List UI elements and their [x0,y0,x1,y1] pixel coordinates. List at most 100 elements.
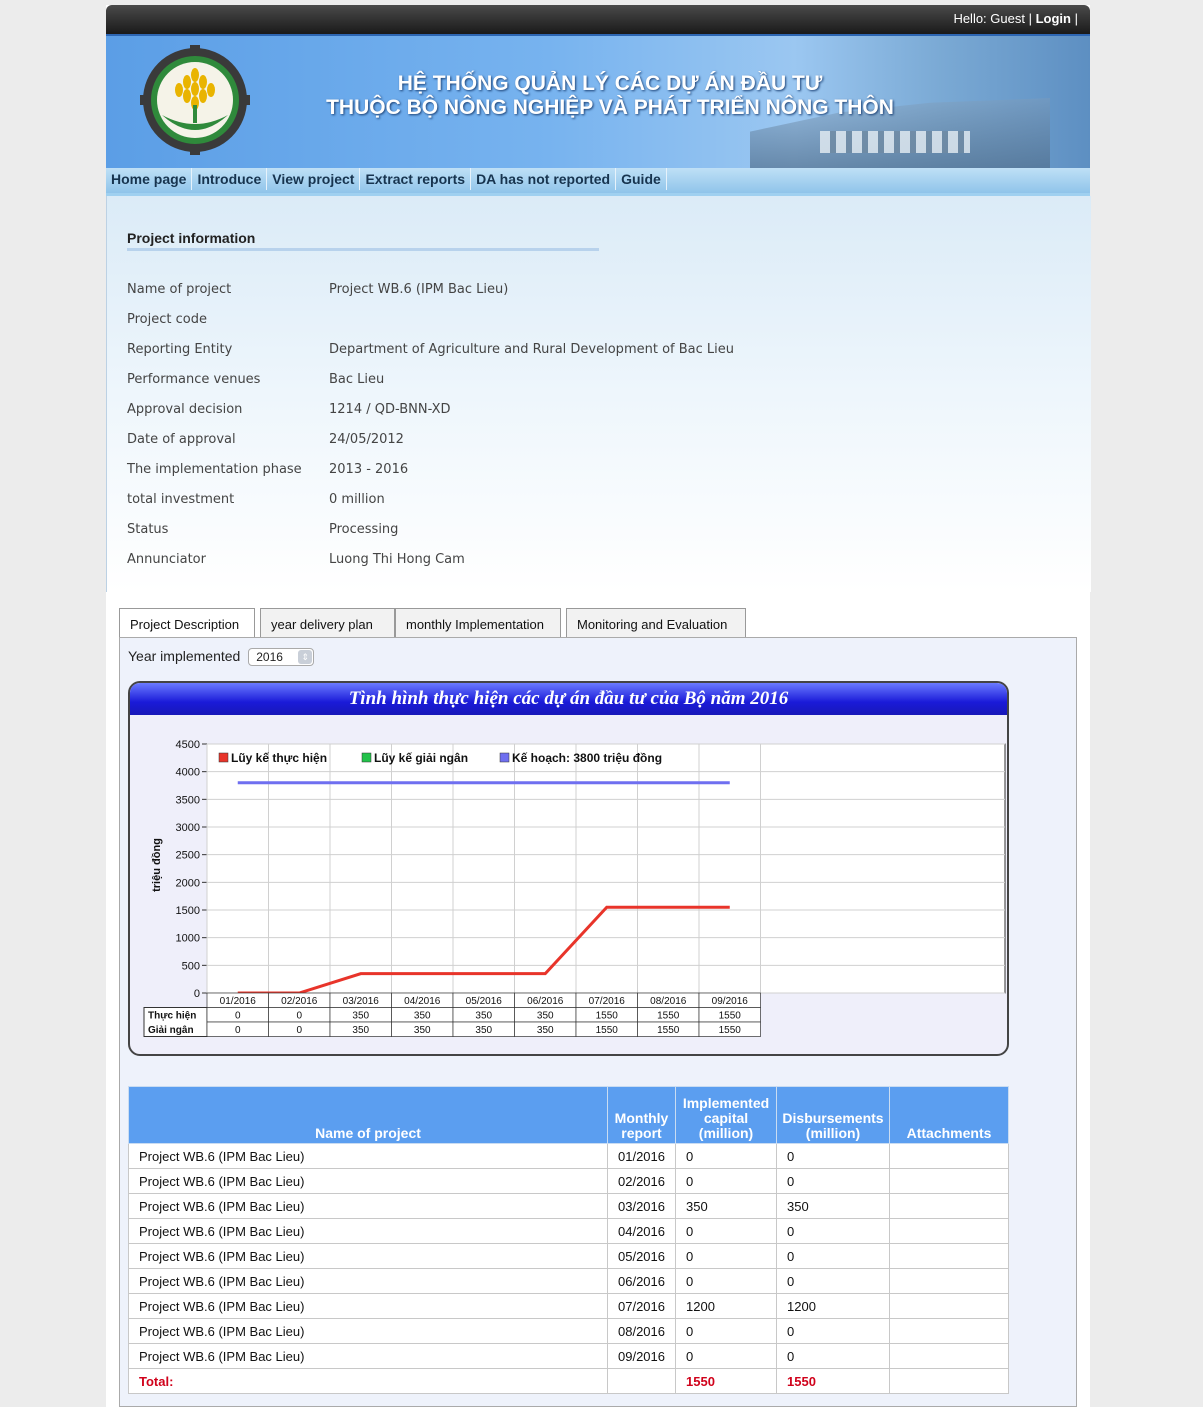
year-selector: Year implemented 2016 ⇕ [128,648,315,667]
cell-attachment [889,1268,1009,1294]
info-value: Department of Agriculture and Rural Deve… [329,342,734,357]
cell-capital: 0 [675,1243,777,1269]
data-row-label: Giải ngân [148,1025,194,1036]
nav-guide[interactable]: Guide [616,168,667,190]
data-label: 0 [296,1025,302,1036]
cell-project-name: Project WB.6 (IPM Bac Lieu) [128,1143,608,1169]
cell-attachment [889,1218,1009,1244]
cell-month: 07/2016 [607,1293,676,1319]
x-tick-label: 06/2016 [527,996,564,1007]
cell-project-name: Project WB.6 (IPM Bac Lieu) [128,1168,608,1194]
year-select[interactable]: 2016 ⇕ [248,648,315,667]
x-tick-label: 05/2016 [466,996,503,1007]
tab-monitoring-evaluation[interactable]: Monitoring and Evaluation [566,608,746,637]
tab-year-delivery-plan[interactable]: year delivery plan [260,608,395,637]
total-attachment [889,1368,1009,1394]
user-greeting: Hello: Guest | Login | [953,11,1078,26]
header-banner: HỆ THỐNG QUẢN LÝ CÁC DỰ ÁN ĐẦU TƯ THUỘC … [106,34,1090,170]
tab-project-description[interactable]: Project Description [119,608,255,637]
main-nav: Home page Introduce View project Extract re… [106,168,1090,196]
cell-month: 09/2016 [607,1343,676,1369]
monthly-report-table: Name of project Monthly report Implement… [128,1086,1009,1394]
info-value: 2013 - 2016 [329,462,409,477]
cell-month: 06/2016 [607,1268,676,1294]
y-axis-label: triệu đồng [151,838,163,892]
y-tick-label: 4000 [176,767,200,779]
info-value: 0 million [329,492,385,507]
col-disbursements: Disbursements (million) [776,1086,890,1144]
info-value: 1214 / QD-BNN-XD [329,402,451,417]
cell-month: 05/2016 [607,1243,676,1269]
greeting-text: Hello: Guest | [953,11,1032,26]
info-label: total investment [127,492,235,507]
x-tick-label: 01/2016 [220,996,257,1007]
info-label: Project code [127,312,207,327]
x-tick-label: 04/2016 [404,996,441,1007]
data-label: 350 [414,1025,431,1036]
data-label: 1550 [719,1011,742,1022]
cell-disbursement: 0 [776,1218,890,1244]
table-row: Project WB.6 (IPM Bac Lieu) 02/2016 0 0 [128,1168,1009,1194]
login-link[interactable]: Login [1036,11,1071,26]
title-line-1: HỆ THỐNG QUẢN LÝ CÁC DỰ ÁN ĐẦU TƯ [397,72,823,95]
data-label: 350 [537,1025,554,1036]
cell-month: 02/2016 [607,1168,676,1194]
legend-swatch [361,752,372,763]
year-value: 2016 [256,650,283,665]
info-label: Approval decision [127,402,243,417]
data-label: 1550 [657,1025,680,1036]
info-label: Status [127,522,169,537]
table-row: Project WB.6 (IPM Bac Lieu) 08/2016 0 0 [128,1318,1009,1344]
system-title: HỆ THỐNG QUẢN LÝ CÁC DỰ ÁN ĐẦU TƯ THUỘC … [290,72,930,120]
tab-panel: Year implemented 2016 ⇕ Tình hình thực hi… [119,637,1077,1407]
cell-month: 04/2016 [607,1218,676,1244]
ministry-logo-icon [140,45,250,155]
cell-project-name: Project WB.6 (IPM Bac Lieu) [128,1343,608,1369]
data-label: 350 [475,1025,492,1036]
cell-capital: 350 [675,1193,777,1219]
table-row: Project WB.6 (IPM Bac Lieu) 09/2016 0 0 [128,1343,1009,1369]
y-tick-label: 3000 [176,822,200,834]
y-tick-label: 0 [194,988,200,1000]
cell-attachment [889,1168,1009,1194]
y-tick-label: 500 [182,960,200,972]
table-row: Project WB.6 (IPM Bac Lieu) 05/2016 0 0 [128,1243,1009,1269]
cell-disbursement: 0 [776,1168,890,1194]
table-row: Project WB.6 (IPM Bac Lieu) 03/2016 350 350 [128,1193,1009,1219]
y-tick-label: 2000 [176,877,200,889]
data-label: 350 [352,1025,369,1036]
nav-home-page[interactable]: Home page [106,168,193,190]
info-label: The implementation phase [127,462,302,477]
nav-introduce[interactable]: Introduce [192,168,268,190]
table-row: Project WB.6 (IPM Bac Lieu) 07/2016 1200 12… [128,1293,1009,1319]
legend-label: Lũy kế thực hiện [231,751,327,765]
total-disbursement: 1550 [776,1368,890,1394]
cell-month: 08/2016 [607,1318,676,1344]
chart-title: Tình hình thực hiện các dự án đầu tư của… [130,683,1007,715]
data-label: 1550 [657,1011,680,1022]
info-label: Reporting Entity [127,342,233,357]
chart-container: Tình hình thực hiện các dự án đầu tư của… [128,681,1009,1056]
cell-capital: 0 [675,1318,777,1344]
x-tick-label: 07/2016 [589,996,626,1007]
y-tick-label: 4500 [176,739,200,751]
cell-disbursement: 1200 [776,1293,890,1319]
info-label: Annunciator [127,552,206,567]
y-tick-label: 3500 [176,794,200,806]
x-tick-label: 09/2016 [712,996,749,1007]
x-tick-label: 03/2016 [343,996,380,1007]
total-capital: 1550 [675,1368,777,1394]
data-label: 350 [475,1011,492,1022]
tab-monthly-implementation[interactable]: monthly Implementation [395,608,561,637]
cell-disbursement: 350 [776,1193,890,1219]
year-label: Year implemented [128,648,241,664]
cell-capital: 0 [675,1143,777,1169]
info-value: Luong Thi Hong Cam [329,552,465,567]
nav-extract-reports[interactable]: Extract reports [360,168,472,190]
x-tick-label: 08/2016 [650,996,687,1007]
cell-project-name: Project WB.6 (IPM Bac Lieu) [128,1193,608,1219]
table-row: Project WB.6 (IPM Bac Lieu) 06/2016 0 0 [128,1268,1009,1294]
cell-project-name: Project WB.6 (IPM Bac Lieu) [128,1243,608,1269]
nav-view-project[interactable]: View project [267,168,361,190]
nav-da-not-reported[interactable]: DA has not reported [471,168,617,190]
